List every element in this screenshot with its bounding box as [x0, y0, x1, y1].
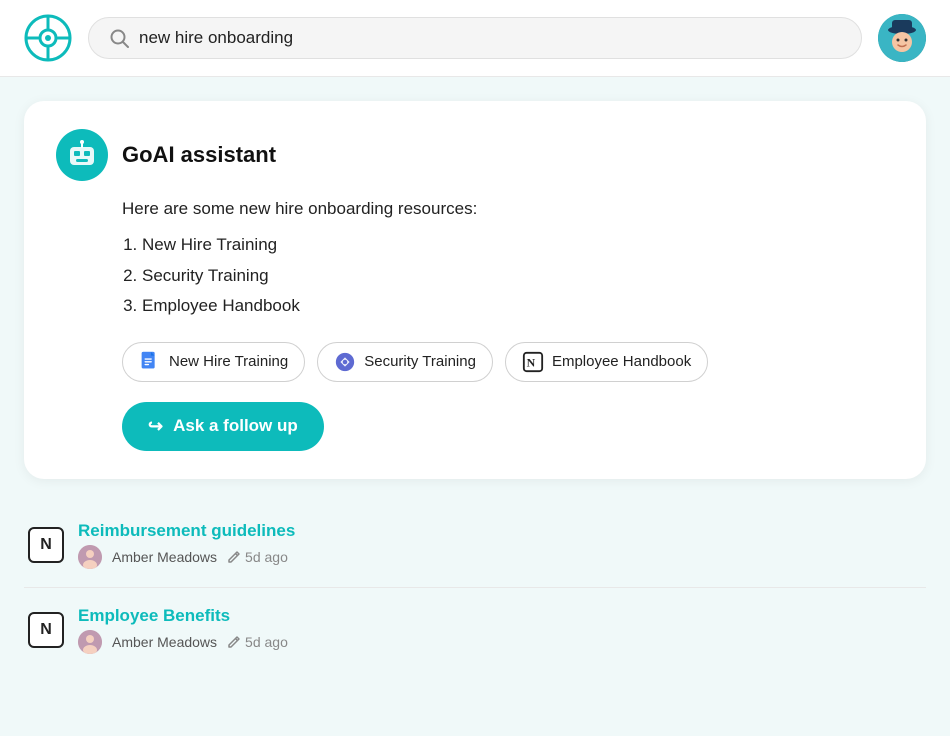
result-title-2: Employee Benefits — [78, 606, 922, 626]
list-item-1: New Hire Training — [142, 230, 894, 261]
goai-avatar — [56, 129, 108, 181]
app-logo-icon — [24, 14, 72, 62]
result-item-2[interactable]: N Employee Benefits Amber Meadows — [24, 588, 926, 672]
author-avatar-img-2 — [78, 630, 102, 654]
robot-icon — [64, 137, 100, 173]
pencil-icon-1 — [227, 550, 241, 564]
list-item-2: Security Training — [142, 261, 894, 292]
goai-header: GoAI assistant — [56, 129, 894, 181]
result-content-2: Employee Benefits Amber Meadows — [78, 606, 922, 654]
notion-icon-chip: N — [522, 351, 544, 373]
resource-chips: New Hire Training Security Training N — [122, 342, 894, 382]
chip-new-hire-training[interactable]: New Hire Training — [122, 342, 305, 382]
notion-result-icon-2: N — [28, 612, 64, 648]
linear-icon — [334, 351, 356, 373]
avatar[interactable] — [878, 14, 926, 62]
goai-title: GoAI assistant — [122, 142, 276, 168]
chip-new-hire-label: New Hire Training — [169, 353, 288, 370]
results-list: N Reimbursement guidelines Amber Meadows — [24, 503, 926, 672]
notion-result-icon-1: N — [28, 527, 64, 563]
result-meta-2: Amber Meadows 5d ago — [78, 630, 922, 654]
result-author-avatar-1 — [78, 545, 102, 569]
result-meta-1: Amber Meadows 5d ago — [78, 545, 922, 569]
goai-card: GoAI assistant Here are some new hire on… — [24, 101, 926, 479]
google-docs-icon — [139, 351, 161, 373]
chip-employee-handbook[interactable]: N Employee Handbook — [505, 342, 708, 382]
result-time-1: 5d ago — [227, 549, 288, 565]
result-content-1: Reimbursement guidelines Amber Meadows — [78, 521, 922, 569]
logo — [24, 14, 72, 62]
main-content: GoAI assistant Here are some new hire on… — [0, 77, 950, 672]
search-bar[interactable] — [88, 17, 862, 59]
author-avatar-img-1 — [78, 545, 102, 569]
chip-security-label: Security Training — [364, 353, 476, 370]
svg-text:N: N — [527, 356, 536, 370]
follow-up-button[interactable]: ↪ Ask a follow up — [122, 402, 324, 451]
result-author-2: Amber Meadows — [112, 634, 217, 650]
goai-list: New Hire Training Security Training Empl… — [122, 230, 894, 322]
list-item-3: Employee Handbook — [142, 291, 894, 322]
chip-security-training[interactable]: Security Training — [317, 342, 493, 382]
goai-intro: Here are some new hire onboarding resour… — [122, 195, 894, 222]
result-time-2: 5d ago — [227, 634, 288, 650]
header — [0, 0, 950, 77]
follow-up-arrow-icon: ↪ — [148, 416, 163, 437]
search-input[interactable] — [139, 28, 841, 48]
user-avatar-image — [878, 14, 926, 62]
result-author-avatar-2 — [78, 630, 102, 654]
result-title-1: Reimbursement guidelines — [78, 521, 922, 541]
pencil-icon-2 — [227, 635, 241, 649]
follow-up-label: Ask a follow up — [173, 416, 298, 436]
goai-body: Here are some new hire onboarding resour… — [122, 195, 894, 322]
result-author-1: Amber Meadows — [112, 549, 217, 565]
search-icon — [109, 28, 129, 48]
chip-handbook-label: Employee Handbook — [552, 353, 691, 370]
result-item[interactable]: N Reimbursement guidelines Amber Meadows — [24, 503, 926, 588]
